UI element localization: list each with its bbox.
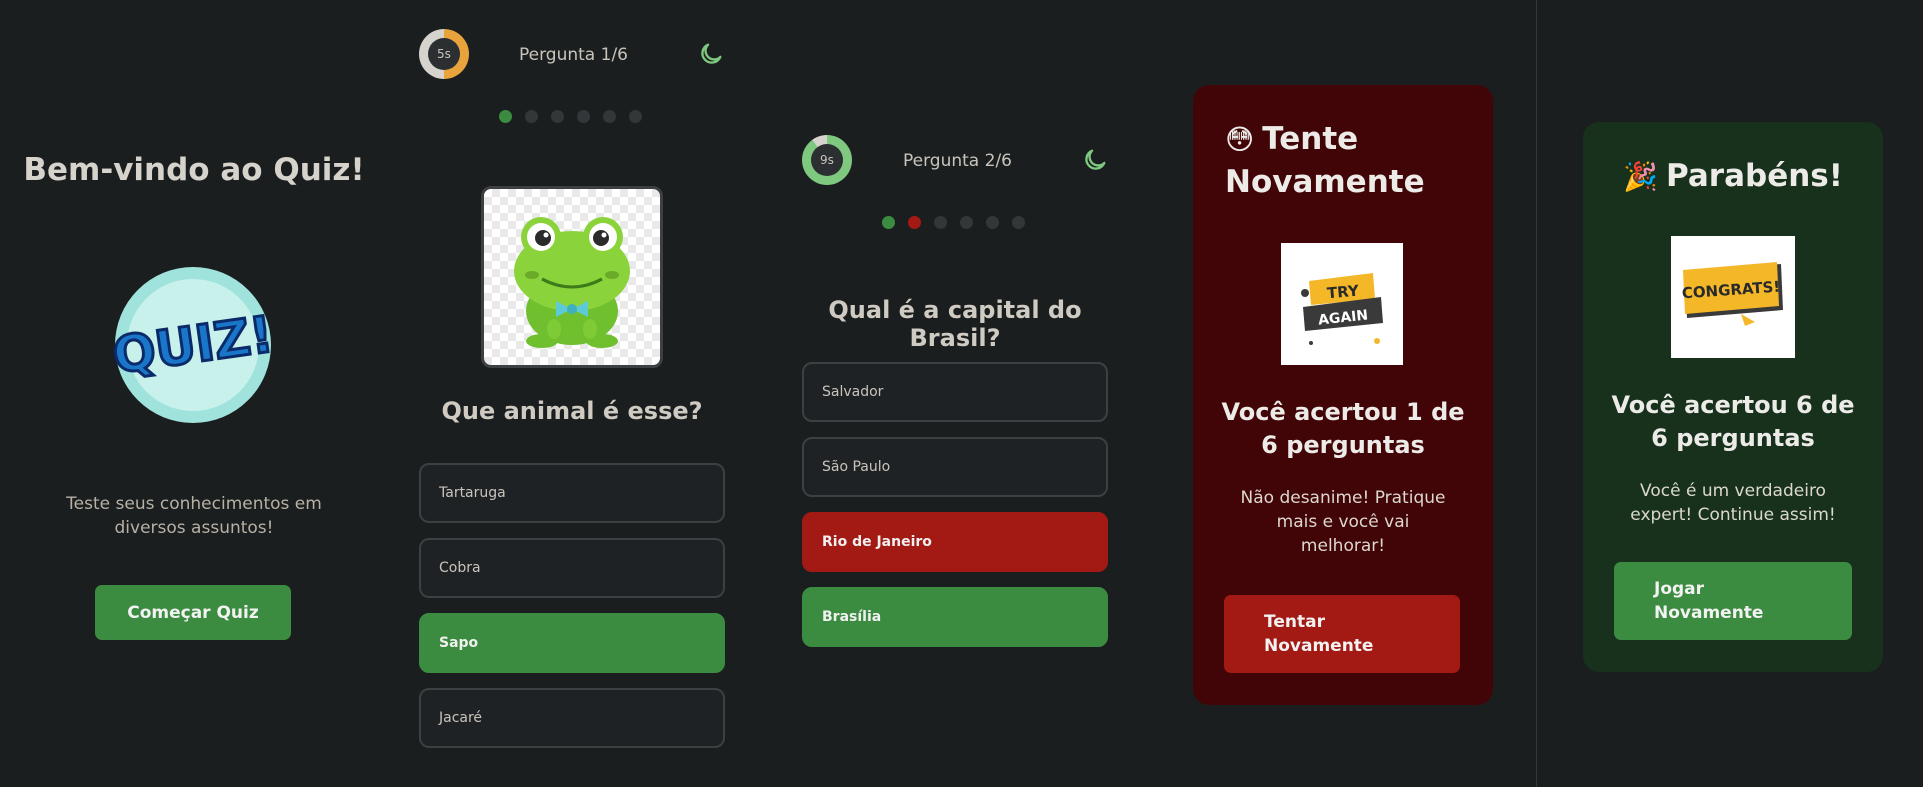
progress-dot [603, 110, 616, 123]
result-message: Não desanime! Pratique mais e você vai m… [1240, 488, 1446, 556]
answer-option[interactable]: Salvador [802, 362, 1108, 422]
progress-dot [986, 216, 999, 229]
result-score: Você acertou 1 de 6 perguntas [1221, 398, 1465, 459]
progress-dot [934, 216, 947, 229]
result-message: Você é um verdadeiro expert! Continue as… [1630, 481, 1836, 525]
timer-label: 5s [428, 38, 460, 70]
timer-ring: 5s [419, 29, 469, 79]
question-text: Qual é a capital do Brasil? [828, 296, 1082, 352]
question-text: Que animal é esse? [441, 397, 703, 425]
congrats-image: CONGRATS! [1671, 236, 1795, 358]
answer-option[interactable]: Sapo [419, 613, 725, 673]
timer-label: 9s [811, 144, 843, 176]
question-counter: Pergunta 2/6 [903, 151, 1012, 171]
panel-divider [1536, 0, 1537, 787]
answer-option[interactable]: Tartaruga [419, 463, 725, 523]
progress-dot [629, 110, 642, 123]
progress-dots [882, 216, 1025, 229]
try-again-button[interactable]: Tentar Novamente [1224, 595, 1460, 673]
party-popper-icon: 🎉 [1623, 160, 1658, 193]
moon-icon[interactable] [697, 40, 725, 68]
answer-option[interactable]: Jacaré [419, 688, 725, 748]
welcome-title: Bem-vindo ao Quiz! [23, 152, 365, 188]
flushed-face-icon: 😳 [1225, 123, 1255, 156]
moon-icon[interactable] [1081, 146, 1109, 174]
result-score: Você acertou 6 de 6 perguntas [1611, 391, 1855, 452]
question-image [481, 186, 663, 368]
quiz-logo: QUIZ! [98, 250, 288, 440]
progress-dot [577, 110, 590, 123]
answer-option[interactable]: Brasília [802, 587, 1108, 647]
result-title: 🎉 Parabéns! [1623, 158, 1843, 194]
timer-ring: 9s [802, 135, 852, 185]
try-again-image: TRY AGAIN [1281, 243, 1403, 365]
progress-dot [551, 110, 564, 123]
progress-dot [499, 110, 512, 123]
progress-dot [1012, 216, 1025, 229]
svg-text:TRY: TRY [1326, 282, 1360, 303]
play-again-button[interactable]: Jogar Novamente [1614, 562, 1852, 640]
answer-option[interactable]: São Paulo [802, 437, 1108, 497]
progress-dot [525, 110, 538, 123]
answer-option[interactable]: Rio de Janeiro [802, 512, 1108, 572]
progress-dot [908, 216, 921, 229]
progress-dots [499, 110, 642, 123]
progress-dot [882, 216, 895, 229]
result-title: 😳 Tente Novamente [1225, 121, 1425, 200]
progress-dot [960, 216, 973, 229]
welcome-description: Teste seus conhecimentos em diversos ass… [66, 494, 322, 538]
start-quiz-button[interactable]: Começar Quiz [95, 585, 291, 640]
frog-illustration [514, 217, 630, 348]
question-counter: Pergunta 1/6 [519, 45, 628, 65]
answer-option[interactable]: Cobra [419, 538, 725, 598]
